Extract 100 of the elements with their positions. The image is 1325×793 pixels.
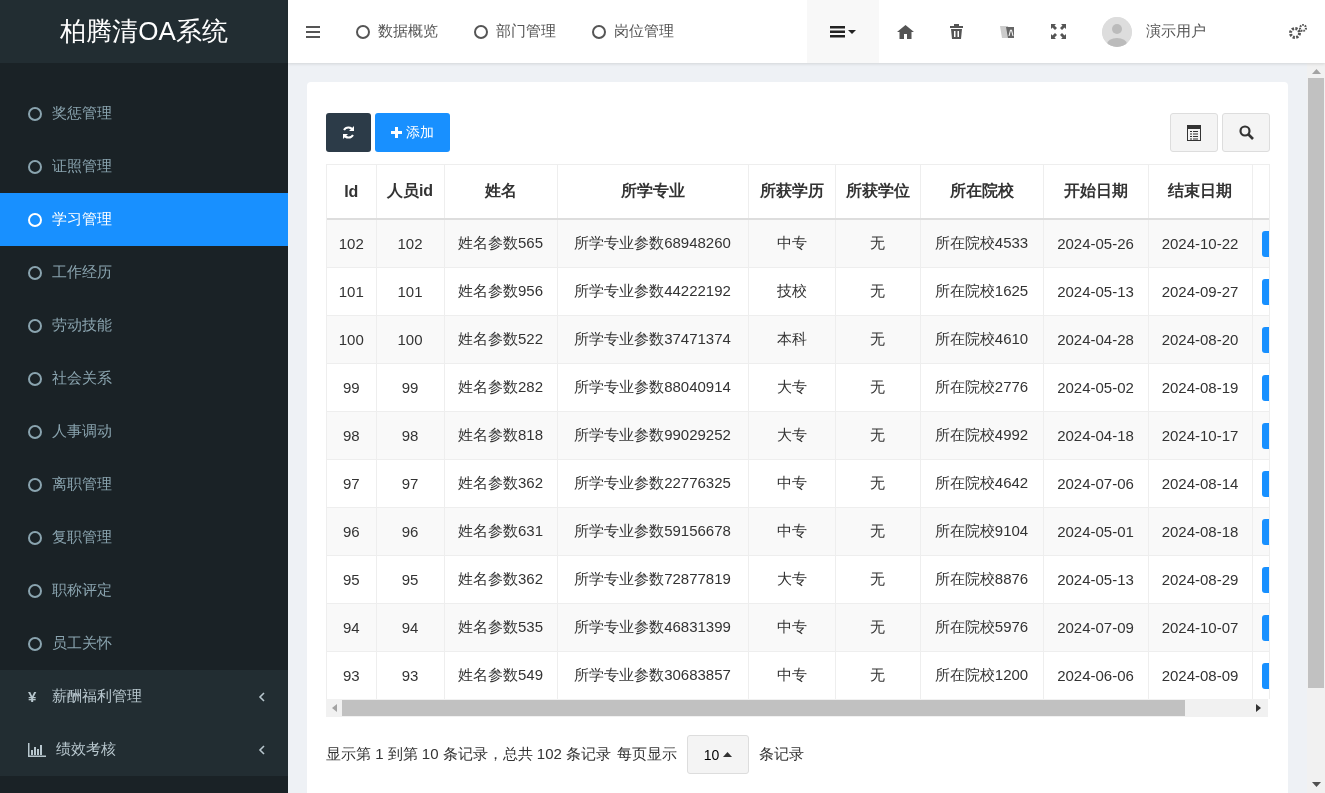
right-arrow-icon[interactable] [1256,704,1262,712]
bar-chart-icon [28,742,46,757]
table-cell: 姓名参数535 [444,603,557,652]
table-cell: 2024-04-18 [1043,411,1148,460]
circle-icon [28,318,42,333]
columns-button[interactable] [1170,113,1218,152]
menu-icon [306,25,320,38]
circle-icon [28,212,42,227]
table-cell: 所在院校9104 [920,507,1043,556]
table-cell: 98 [327,411,376,460]
up-arrow-icon[interactable] [1311,69,1321,74]
table-cell: 无 [835,219,920,268]
table-cell: 所在院校4992 [920,411,1043,460]
table-cell: 100 [376,315,444,364]
vertical-scrollbar[interactable] [1307,63,1325,793]
chevron-icon [258,691,266,702]
action-button[interactable] [1261,518,1269,545]
table-cell: 100 [327,315,376,364]
search-button[interactable] [1222,113,1270,152]
nav-tab[interactable]: 岗位管理 [574,0,692,63]
table-cell: 姓名参数522 [444,315,557,364]
sidebar-item[interactable]: 劳动技能 [0,299,288,352]
table-cell: 本科 [748,315,835,364]
action-button[interactable] [1261,230,1269,257]
down-arrow-icon[interactable] [1311,782,1321,787]
table-cell: 姓名参数818 [444,411,557,460]
table-list-icon [1187,124,1201,141]
list-caret-icon [830,25,856,38]
circle-icon [28,583,42,598]
refresh-icon [342,126,355,139]
action-button[interactable] [1261,326,1269,353]
nav-tab[interactable]: 部门管理 [456,0,574,63]
left-arrow-icon[interactable] [332,704,338,712]
table-cell: 2024-04-28 [1043,315,1148,364]
sidebar-item[interactable]: 员工关怀 [0,617,288,670]
table-cell: 无 [835,603,920,652]
refresh-button[interactable] [326,113,371,152]
table-cell: 无 [835,411,920,460]
caret-up-icon [723,752,733,757]
table-cell: 所学专业参数99029252 [557,411,748,460]
table-cell: 所在院校4610 [920,315,1043,364]
action-button[interactable] [1261,422,1269,449]
table-cell: 所学专业参数59156678 [557,507,748,556]
list-dropdown-button[interactable] [807,0,879,63]
sidebar-item[interactable]: 证照管理 [0,140,288,193]
table-cell: 2024-05-26 [1043,219,1148,268]
action-button[interactable] [1261,566,1269,593]
page-size-dropdown[interactable]: 10 [687,735,750,774]
action-button[interactable] [1261,470,1269,497]
table-cell: 大专 [748,411,835,460]
action-button[interactable] [1261,374,1269,401]
sidebar-item[interactable]: 复职管理 [0,511,288,564]
plus-icon [391,127,402,138]
table-cell: 102 [327,219,376,268]
circle-icon [28,636,42,651]
sidebar-item[interactable]: 奖惩管理 [0,87,288,140]
table-cell: 94 [327,603,376,652]
user-menu[interactable]: 演示用户 [1084,0,1224,63]
sidebar-item[interactable]: ¥ 薪酬福利管理 [0,670,288,723]
sidebar-item[interactable]: 职称评定 [0,564,288,617]
sidebar-item[interactable]: 绩效考核 [0,723,288,776]
circle-icon [28,265,42,280]
action-button[interactable] [1261,614,1269,641]
table-cell: 所学专业参数46831399 [557,603,748,652]
table-cell: 2024-08-20 [1148,315,1252,364]
table-cell: 中专 [748,219,835,268]
horizontal-scrollbar[interactable] [326,699,1268,717]
nav-tab[interactable]: 数据概览 [338,0,456,63]
table-cell: 无 [835,315,920,364]
table-cell: 中专 [748,507,835,556]
table-cell: 2024-08-18 [1148,507,1252,556]
table-cell: 2024-10-22 [1148,219,1252,268]
table-cell: 2024-07-09 [1043,603,1148,652]
circle-icon [28,106,42,121]
table-cell: 中专 [748,603,835,652]
table-cell: 所学专业参数37471374 [557,315,748,364]
page-size-label: 每页显示 [617,745,678,764]
table-cell: 96 [327,507,376,556]
sidebar-item[interactable]: 人事调动 [0,405,288,458]
sidebar-item[interactable]: 离职管理 [0,458,288,511]
circle-icon [28,371,42,386]
sidebar-item[interactable]: 社会关系 [0,352,288,405]
table-cell: 所在院校5976 [920,603,1043,652]
page-size-suffix: 条记录 [759,745,805,764]
table-cell: 所学专业参数68948260 [557,219,748,268]
sidebar-item[interactable]: 工作经历 [0,246,288,299]
table-cell: 姓名参数631 [444,507,557,556]
yen-icon: ¥ [28,688,42,705]
circle-icon [28,477,42,492]
search-icon [1238,125,1254,140]
table-cell: 2024-10-17 [1148,411,1252,460]
app-title: 柏腾清OA系统 [0,0,288,63]
table-cell: 姓名参数565 [444,219,557,268]
table-cell: 98 [376,411,444,460]
table-cell: 所在院校4533 [920,219,1043,268]
table-cell: 无 [835,507,920,556]
action-button[interactable] [1261,278,1269,305]
table-cell: 94 [376,603,444,652]
circle-icon [28,159,42,174]
action-button[interactable] [1261,662,1269,689]
